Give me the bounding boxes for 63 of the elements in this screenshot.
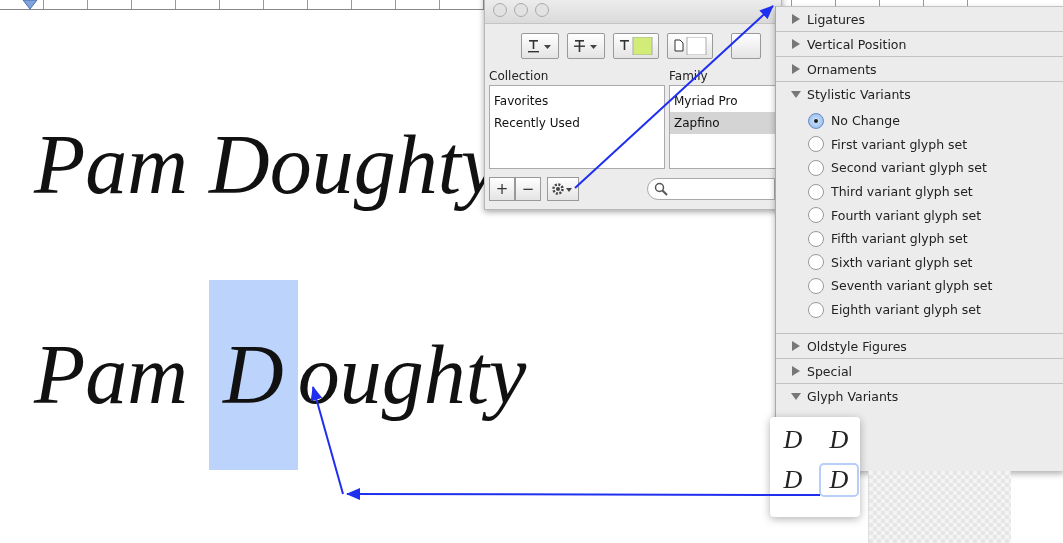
radio-label: First variant glyph set (831, 136, 968, 152)
triangle-right-icon (791, 341, 801, 352)
section-header[interactable]: Ornaments (776, 56, 1063, 81)
radio-button[interactable] (808, 230, 824, 247)
script-text: Pam (34, 328, 189, 421)
text-color-button[interactable] (613, 33, 659, 59)
section-header[interactable]: Vertical Position (776, 31, 1063, 56)
add-button[interactable]: + (489, 177, 515, 201)
strikethrough-button[interactable] (567, 33, 605, 59)
column-header: Collection (489, 69, 550, 83)
toolbar-button[interactable] (731, 33, 761, 59)
radio-button[interactable] (808, 160, 824, 176)
radio-button[interactable] (808, 136, 824, 153)
glyph-option[interactable]: D (819, 463, 859, 497)
gear-icon (551, 182, 575, 196)
glyph-option[interactable]: D (819, 423, 859, 457)
collection-item[interactable]: Recently Used (490, 112, 664, 134)
radio-label: Fourth variant glyph set (831, 207, 982, 223)
zoom-icon[interactable] (535, 3, 549, 17)
triangle-right-icon (791, 64, 801, 74)
section-header[interactable]: Oldstyle Figures (776, 333, 1063, 359)
family-item[interactable]: Myriad Pro (670, 90, 778, 112)
radio-button[interactable] (808, 112, 824, 129)
triangle-right-icon (791, 366, 801, 377)
script-text: D (209, 280, 298, 470)
radio-button[interactable] (808, 277, 824, 294)
radio-button[interactable] (808, 183, 824, 200)
radio-button[interactable] (808, 301, 824, 318)
radio-label: Fifth variant glyph set (831, 231, 968, 247)
document-color-button[interactable] (667, 33, 713, 59)
minimize-icon[interactable] (514, 3, 528, 17)
triangle-down-icon (791, 89, 801, 99)
triangle-right-icon (791, 39, 801, 49)
strikethrough-icon (573, 39, 599, 53)
glyph-option[interactable]: D (773, 463, 813, 497)
radio-label: No Change (831, 113, 900, 129)
section-header[interactable]: Special (776, 358, 1063, 384)
radio-button[interactable] (808, 254, 824, 271)
tab-stop-icon[interactable] (22, 0, 38, 10)
family-item[interactable]: Zapfino (670, 112, 778, 134)
action-menu-button[interactable] (547, 177, 579, 201)
text-color-icon (619, 37, 653, 55)
radio-label: Seventh variant glyph set (831, 278, 993, 294)
radio-label: Second variant glyph set (831, 160, 987, 176)
section-header[interactable]: Ligatures (776, 6, 1063, 31)
radio-button[interactable] (808, 207, 824, 224)
section-header[interactable]: Glyph Variants (776, 383, 1063, 409)
glyph-option[interactable]: D (773, 423, 813, 457)
script-text: oughty (297, 328, 527, 421)
search-icon (654, 182, 668, 196)
underline-icon (527, 39, 553, 53)
radio-label: Sixth variant glyph set (831, 254, 973, 270)
section-header[interactable]: Stylistic Variants (776, 81, 1063, 106)
underline-button[interactable] (521, 33, 559, 59)
collection-item[interactable]: Favorites (490, 90, 664, 112)
remove-button[interactable]: − (515, 177, 541, 201)
page-color-icon (673, 37, 707, 55)
triangle-right-icon (791, 14, 801, 24)
radio-label: Eighth variant glyph set (831, 302, 981, 318)
close-icon[interactable] (493, 3, 507, 17)
radio-label: Third variant glyph set (831, 184, 973, 200)
triangle-down-icon (791, 391, 801, 402)
search-field[interactable] (647, 178, 775, 200)
